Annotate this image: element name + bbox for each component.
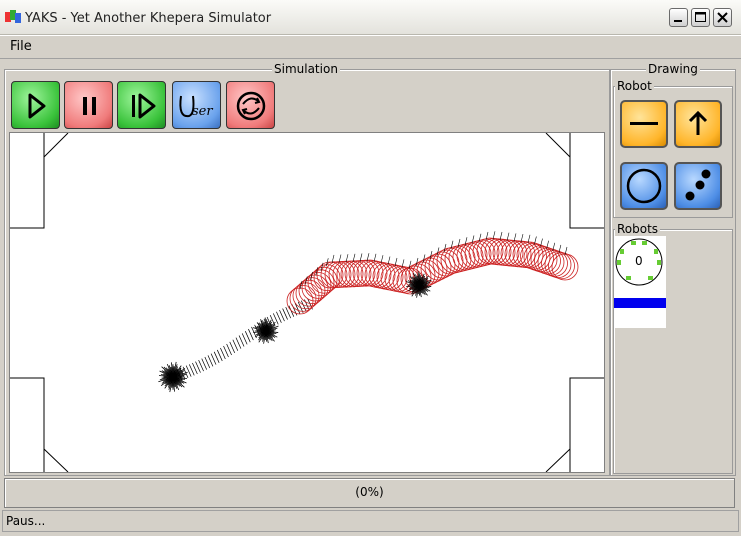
maximize-icon <box>695 12 706 22</box>
reset-button[interactable] <box>226 81 275 129</box>
progress-bar: (0%) <box>4 478 735 508</box>
play-button[interactable] <box>11 81 60 129</box>
close-button[interactable] <box>713 8 732 27</box>
progress-text: (0%) <box>355 485 384 499</box>
circle-icon <box>626 168 662 204</box>
sensor-trail <box>167 298 313 384</box>
minimize-icon <box>674 20 682 22</box>
draw-direction-button[interactable] <box>674 100 722 148</box>
pause-button[interactable] <box>64 81 113 129</box>
arena-canvas <box>10 132 604 473</box>
user-icon: ser <box>179 95 213 119</box>
robot-id: 0 <box>635 254 643 268</box>
menu-file[interactable]: File <box>10 39 32 54</box>
window-title: YAKS - Yet Another Khepera Simulator <box>25 11 272 26</box>
robot-selection-bar <box>614 298 666 308</box>
close-icon <box>717 12 728 23</box>
dots-icon <box>685 169 711 201</box>
minimize-button[interactable] <box>669 8 688 27</box>
draw-trail-button[interactable] <box>674 162 722 210</box>
robots-section-label: Robots <box>615 222 661 236</box>
drawing-label: Drawing <box>646 62 700 76</box>
step-button[interactable] <box>117 81 166 129</box>
maximize-button[interactable] <box>691 8 710 27</box>
menu-bar: File <box>0 35 741 59</box>
draw-circle-button[interactable] <box>620 162 668 210</box>
pause-icon <box>83 97 96 115</box>
robot-trail <box>286 231 579 315</box>
title-bar: YAKS - Yet Another Khepera Simulator <box>0 0 741 35</box>
play-icon <box>28 93 46 119</box>
arrow-up-icon <box>688 110 708 135</box>
reset-icon <box>236 91 266 121</box>
robot-list: 0 <box>614 236 666 328</box>
step-icon <box>132 93 156 119</box>
user-button[interactable]: ser <box>172 81 221 129</box>
status-bar: Paus... <box>2 510 739 532</box>
line-icon <box>630 122 658 125</box>
simulation-label: Simulation <box>272 62 340 76</box>
robot-item[interactable]: 0 <box>614 236 666 328</box>
robot-section-label: Robot <box>615 79 654 93</box>
svg-text:ser: ser <box>192 104 213 119</box>
draw-line-button[interactable] <box>620 100 668 148</box>
gtk-app-icon <box>5 10 21 23</box>
status-text: Paus... <box>6 514 46 528</box>
simulation-arena[interactable] <box>9 132 605 473</box>
